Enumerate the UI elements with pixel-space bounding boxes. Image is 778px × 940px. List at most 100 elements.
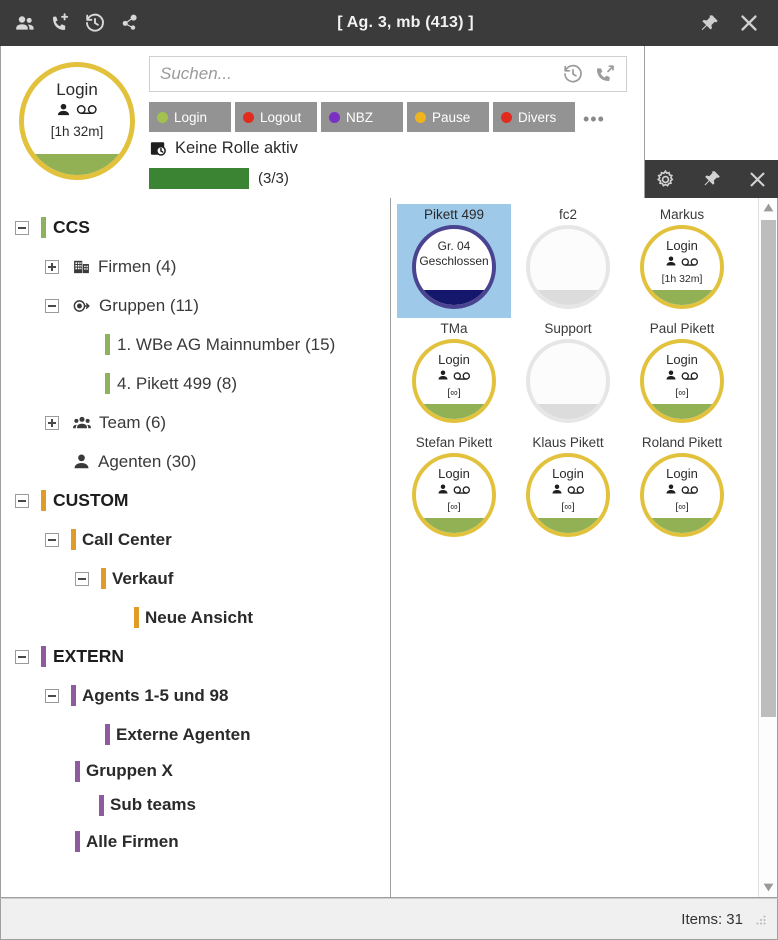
tree-item-custom[interactable]: CUSTOM <box>1 481 390 520</box>
status-button[interactable]: Login <box>149 102 231 132</box>
agent-status-circle[interactable] <box>526 339 610 423</box>
phone-add-icon[interactable] <box>47 10 73 36</box>
tree-item-ccs[interactable]: CCS <box>1 208 390 247</box>
agent-tile[interactable]: Paul Pikett Login [∞] <box>625 318 739 432</box>
tree-item-label: Gruppen X <box>86 761 173 780</box>
tree-item-firmen[interactable]: Firmen (4) <box>1 247 390 286</box>
scrollbar-thumb[interactable] <box>760 220 776 717</box>
tree-item-externe-agenten[interactable]: Externe Agenten <box>1 715 390 754</box>
status-button[interactable]: Divers <box>493 102 575 132</box>
main-content: CCS Firmen (4) Gruppen (11) 1. WBe AG Ma… <box>0 198 778 898</box>
collapse-toggle[interactable] <box>75 571 89 586</box>
group-accent-bar <box>71 529 76 550</box>
tree-item-agenten[interactable]: Agenten (30) <box>1 442 390 481</box>
tree-item-label: Neue Ansicht <box>145 607 254 627</box>
collapse-toggle[interactable] <box>45 298 59 313</box>
agent-icon-row <box>437 368 471 386</box>
collapse-toggle[interactable] <box>45 532 59 547</box>
close-icon[interactable] <box>745 166 771 192</box>
tree-item-label: Verkauf <box>112 568 174 588</box>
status-button[interactable]: NBZ <box>321 102 403 132</box>
more-statuses-button[interactable]: ••• <box>583 110 605 132</box>
outgoing-call-icon[interactable] <box>594 63 616 85</box>
agent-tile[interactable]: Stefan Pikett Login [∞] <box>397 432 511 546</box>
vertical-scrollbar[interactable] <box>758 198 777 897</box>
avatar-circle[interactable]: Login [1h 32m] <box>19 62 135 180</box>
agent-state-label: Login <box>438 352 470 367</box>
voicemail-icon <box>681 368 699 386</box>
agent-status-circle[interactable]: Login [∞] <box>526 453 610 537</box>
agent-tile[interactable]: fc2 <box>511 204 625 318</box>
agent-status-circle[interactable]: Login [∞] <box>640 339 724 423</box>
group-accent-bar <box>101 568 106 589</box>
collapse-toggle[interactable] <box>15 649 29 664</box>
active-role-row[interactable]: Keine Rolle aktiv <box>149 139 298 158</box>
agent-status-circle[interactable]: Gr. 04 Geschlossen <box>412 225 496 309</box>
close-icon[interactable] <box>736 10 762 36</box>
agent-tile-name: Markus <box>659 207 705 222</box>
progress-label: (3/3) <box>258 170 289 187</box>
person-icon <box>665 482 677 500</box>
tree-item-label: Externe Agenten <box>116 724 251 744</box>
expand-toggle[interactable] <box>45 415 59 430</box>
agent-tile-name: Stefan Pikett <box>415 435 493 450</box>
status-button[interactable]: Pause <box>407 102 489 132</box>
agent-status-circle[interactable]: Login [∞] <box>412 339 496 423</box>
search-bar[interactable] <box>149 56 627 92</box>
collapse-toggle[interactable] <box>15 493 29 508</box>
pin-icon[interactable] <box>699 166 725 192</box>
agent-status-circle[interactable] <box>526 225 610 309</box>
agent-tile[interactable]: TMa Login [∞] <box>397 318 511 432</box>
agent-tile[interactable]: Pikett 499 Gr. 04 Geschlossen <box>397 204 511 318</box>
agent-icon-row <box>665 254 699 272</box>
tree-item-neue-ansicht[interactable]: Neue Ansicht <box>1 598 390 637</box>
agent-tile[interactable]: Support <box>511 318 625 432</box>
collapse-toggle[interactable] <box>45 688 59 703</box>
toggle-placeholder <box>45 455 59 469</box>
search-input[interactable] <box>150 64 562 84</box>
resize-grip[interactable] <box>753 912 767 926</box>
tree-item-sub-teams[interactable]: Sub teams <box>1 788 390 822</box>
scroll-down-icon[interactable] <box>759 878 778 897</box>
scroll-up-icon[interactable] <box>759 198 778 217</box>
person-icon <box>665 368 677 386</box>
contacts-icon[interactable] <box>12 10 38 36</box>
gear-icon[interactable] <box>653 166 679 192</box>
tree-item-wbe-ag-mainnumber[interactable]: 1. WBe AG Mainnumber (15) <box>1 325 390 364</box>
agent-status-circle[interactable]: Login [∞] <box>640 453 724 537</box>
tree-item-verkauf[interactable]: Verkauf <box>1 559 390 598</box>
call-history-icon[interactable] <box>82 10 108 36</box>
tree-item-label: CUSTOM <box>53 490 129 510</box>
avatar-duration: [1h 32m] <box>50 123 104 139</box>
expand-toggle[interactable] <box>45 259 59 274</box>
status-dot <box>329 111 340 123</box>
collapse-toggle[interactable] <box>15 220 29 235</box>
agent-tile[interactable]: Roland Pikett Login [∞] <box>625 432 739 546</box>
agent-state-label: Login <box>666 352 698 367</box>
status-button[interactable]: Logout <box>235 102 317 132</box>
tree-item-extern[interactable]: EXTERN <box>1 637 390 676</box>
pin-icon[interactable] <box>696 10 722 36</box>
history-icon[interactable] <box>562 63 584 85</box>
tree-item-gruppen-x[interactable]: Gruppen X <box>1 754 390 788</box>
status-dot <box>157 111 168 123</box>
agent-state-label: Login <box>438 466 470 481</box>
agent-duration: [∞] <box>561 501 575 514</box>
progress-fill <box>149 168 249 189</box>
tree-item-pikett-499[interactable]: 4. Pikett 499 (8) <box>1 364 390 403</box>
tree-item-alle-firmen[interactable]: Alle Firmen <box>1 822 390 861</box>
person-icon <box>437 482 449 500</box>
status-dot <box>501 111 512 123</box>
tree-item-team[interactable]: Team (6) <box>1 403 390 442</box>
tree-item-gruppen[interactable]: Gruppen (11) <box>1 286 390 325</box>
group-accent-bar <box>75 831 80 852</box>
agent-status-circle[interactable]: Login [1h 32m] <box>640 225 724 309</box>
agent-status-circle[interactable]: Login [∞] <box>412 453 496 537</box>
agent-tile[interactable]: Markus Login [1h 32m] <box>625 204 739 318</box>
avatar[interactable]: Login [1h 32m] <box>19 62 135 180</box>
tree-item-call-center[interactable]: Call Center <box>1 520 390 559</box>
tree-item-agents-1-5-und-98[interactable]: Agents 1-5 und 98 <box>1 676 390 715</box>
active-role-label: Keine Rolle aktiv <box>175 139 298 157</box>
voicemail-icon <box>567 482 585 500</box>
agent-tile[interactable]: Klaus Pikett Login [∞] <box>511 432 625 546</box>
